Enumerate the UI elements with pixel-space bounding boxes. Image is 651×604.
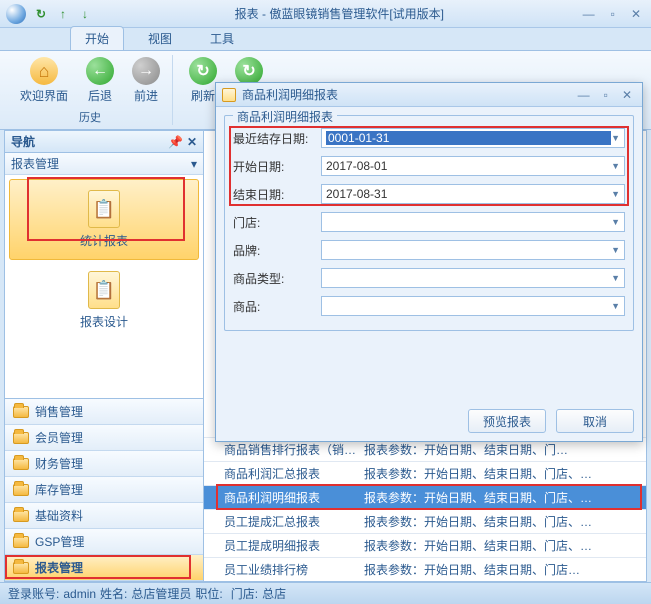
- end-date-combo[interactable]: 2017-08-31▼: [321, 184, 625, 204]
- dialog-maximize-button[interactable]: ▫: [600, 88, 612, 102]
- forward-icon: [132, 57, 160, 85]
- status-account: admin: [63, 587, 96, 601]
- ribbon-tabs: 开始 视图 工具: [0, 28, 651, 50]
- qat-refresh-icon[interactable]: ↻: [32, 5, 50, 23]
- nav-body: 统计报表 报表设计: [5, 175, 203, 398]
- clipboard-icon: [88, 190, 120, 228]
- ribbon-group-history: 欢迎界面 后退 前进 历史: [8, 55, 173, 125]
- qat-down-icon[interactable]: ↓: [76, 5, 94, 23]
- field-start-date: 开始日期: 2017-08-01▼: [233, 154, 625, 178]
- report-icon: [222, 88, 236, 102]
- nav-panel: 导航 📌 ✕ 报表管理 ▾ 统计报表 报表设计 销售管理 会员管理 财务管理: [4, 130, 204, 582]
- tab-view[interactable]: 视图: [134, 27, 186, 50]
- qat-up-icon[interactable]: ↑: [54, 5, 72, 23]
- chevron-down-icon: ▼: [611, 133, 620, 143]
- dialog-buttons: 预览报表 取消: [216, 401, 642, 441]
- nav-header: 导航 📌 ✕: [5, 131, 203, 153]
- chevron-down-icon: ▼: [611, 301, 620, 311]
- dialog-body: 商品利润明细报表 最近结存日期: 0001-01-31▼ 开始日期: 2017-…: [216, 107, 642, 401]
- nav-grp-basic[interactable]: 基础资料: [5, 503, 203, 529]
- nav-grp-gsp[interactable]: GSP管理: [5, 529, 203, 555]
- field-last-settle: 最近结存日期: 0001-01-31▼: [233, 126, 625, 150]
- tile-report-design[interactable]: 报表设计: [9, 260, 199, 341]
- last-settle-combo[interactable]: 0001-01-31▼: [321, 128, 625, 148]
- status-store: 总店: [262, 585, 286, 602]
- clipboard-icon: [88, 271, 120, 309]
- status-name: 总店管理员: [131, 585, 191, 602]
- ribbon-group-label: 历史: [79, 109, 101, 125]
- folder-icon: [13, 432, 29, 444]
- nav-groups: 销售管理 会员管理 财务管理 库存管理 基础资料 GSP管理 报表管理: [5, 398, 203, 581]
- close-button[interactable]: ✕: [627, 7, 645, 21]
- list-item[interactable]: 员工提成汇总报表报表参数：开始日期、结束日期、门店、…: [204, 509, 646, 533]
- list-item[interactable]: 商品利润汇总报表报表参数：开始日期、结束日期、门店、…: [204, 461, 646, 485]
- run-icon: [235, 57, 263, 85]
- field-category: 商品类型: ▼: [233, 266, 625, 290]
- nav-close-icon[interactable]: ✕: [187, 135, 197, 149]
- nav-pin-icon[interactable]: 📌: [168, 135, 183, 149]
- dialog-minimize-button[interactable]: —: [574, 88, 594, 102]
- folder-icon: [13, 510, 29, 522]
- cancel-button[interactable]: 取消: [556, 409, 634, 433]
- field-brand: 品牌: ▼: [233, 238, 625, 262]
- dialog-title-bar: 商品利润明细报表 — ▫ ✕: [216, 83, 642, 107]
- home-icon: [30, 57, 58, 85]
- refresh-icon: [189, 57, 217, 85]
- nav-section-header[interactable]: 报表管理 ▾: [5, 153, 203, 175]
- app-orb-icon[interactable]: [6, 4, 26, 24]
- folder-icon: [13, 562, 29, 574]
- field-store: 门店: ▼: [233, 210, 625, 234]
- store-combo[interactable]: ▼: [321, 212, 625, 232]
- status-bar: 登录账号: admin 姓名: 总店管理员 职位: 门店: 总店: [0, 582, 651, 604]
- start-date-combo[interactable]: 2017-08-01▼: [321, 156, 625, 176]
- tab-tools[interactable]: 工具: [196, 27, 248, 50]
- category-combo[interactable]: ▼: [321, 268, 625, 288]
- dialog-close-button[interactable]: ✕: [618, 88, 636, 102]
- preview-button[interactable]: 预览报表: [468, 409, 546, 433]
- chevron-down-icon: ▼: [611, 189, 620, 199]
- list-item[interactable]: 员工业绩排行榜报表参数：开始日期、结束日期、门店…: [204, 557, 646, 581]
- back-icon: [86, 57, 114, 85]
- folder-icon: [13, 406, 29, 418]
- dialog-title: 商品利润明细报表: [242, 86, 338, 103]
- nav-title: 导航: [11, 133, 35, 150]
- chevron-down-icon: ▼: [611, 161, 620, 171]
- nav-grp-finance[interactable]: 财务管理: [5, 451, 203, 477]
- product-combo[interactable]: ▼: [321, 296, 625, 316]
- window-buttons: — ▫ ✕: [579, 7, 645, 21]
- welcome-button[interactable]: 欢迎界面: [16, 55, 72, 106]
- fieldset-legend: 商品利润明细报表: [233, 108, 337, 125]
- maximize-button[interactable]: ▫: [607, 7, 619, 21]
- folder-icon: [13, 484, 29, 496]
- list-item[interactable]: 商品利润明细报表报表参数：开始日期、结束日期、门店、…: [204, 485, 646, 509]
- folder-icon: [13, 536, 29, 548]
- field-product: 商品: ▼: [233, 294, 625, 318]
- param-fieldset: 商品利润明细报表 最近结存日期: 0001-01-31▼ 开始日期: 2017-…: [224, 115, 634, 331]
- chevron-down-icon: ▾: [191, 157, 197, 171]
- brand-combo[interactable]: ▼: [321, 240, 625, 260]
- minimize-button[interactable]: —: [579, 7, 599, 21]
- nav-grp-report[interactable]: 报表管理: [5, 555, 203, 581]
- nav-grp-stock[interactable]: 库存管理: [5, 477, 203, 503]
- chevron-down-icon: ▼: [611, 217, 620, 227]
- folder-icon: [13, 458, 29, 470]
- report-list: 商品销售排行报表（销…报表参数：开始日期、结束日期、门… 商品利润汇总报表报表参…: [204, 437, 646, 581]
- quick-access-toolbar: ↻ ↑ ↓: [32, 5, 94, 23]
- list-item[interactable]: 员工提成明细报表报表参数：开始日期、结束日期、门店、…: [204, 533, 646, 557]
- field-end-date: 结束日期: 2017-08-31▼: [233, 182, 625, 206]
- tab-start[interactable]: 开始: [70, 26, 124, 50]
- title-bar: ↻ ↑ ↓ 报表 - 傲蓝眼镜销售管理软件[试用版本] — ▫ ✕: [0, 0, 651, 28]
- report-param-dialog: 商品利润明细报表 — ▫ ✕ 商品利润明细报表 最近结存日期: 0001-01-…: [215, 82, 643, 442]
- back-button[interactable]: 后退: [82, 55, 118, 106]
- forward-button[interactable]: 前进: [128, 55, 164, 106]
- chevron-down-icon: ▼: [611, 273, 620, 283]
- nav-grp-sales[interactable]: 销售管理: [5, 399, 203, 425]
- window-title: 报表 - 傲蓝眼镜销售管理软件[试用版本]: [100, 5, 579, 22]
- nav-grp-member[interactable]: 会员管理: [5, 425, 203, 451]
- chevron-down-icon: ▼: [611, 245, 620, 255]
- tile-stat-report[interactable]: 统计报表: [9, 179, 199, 260]
